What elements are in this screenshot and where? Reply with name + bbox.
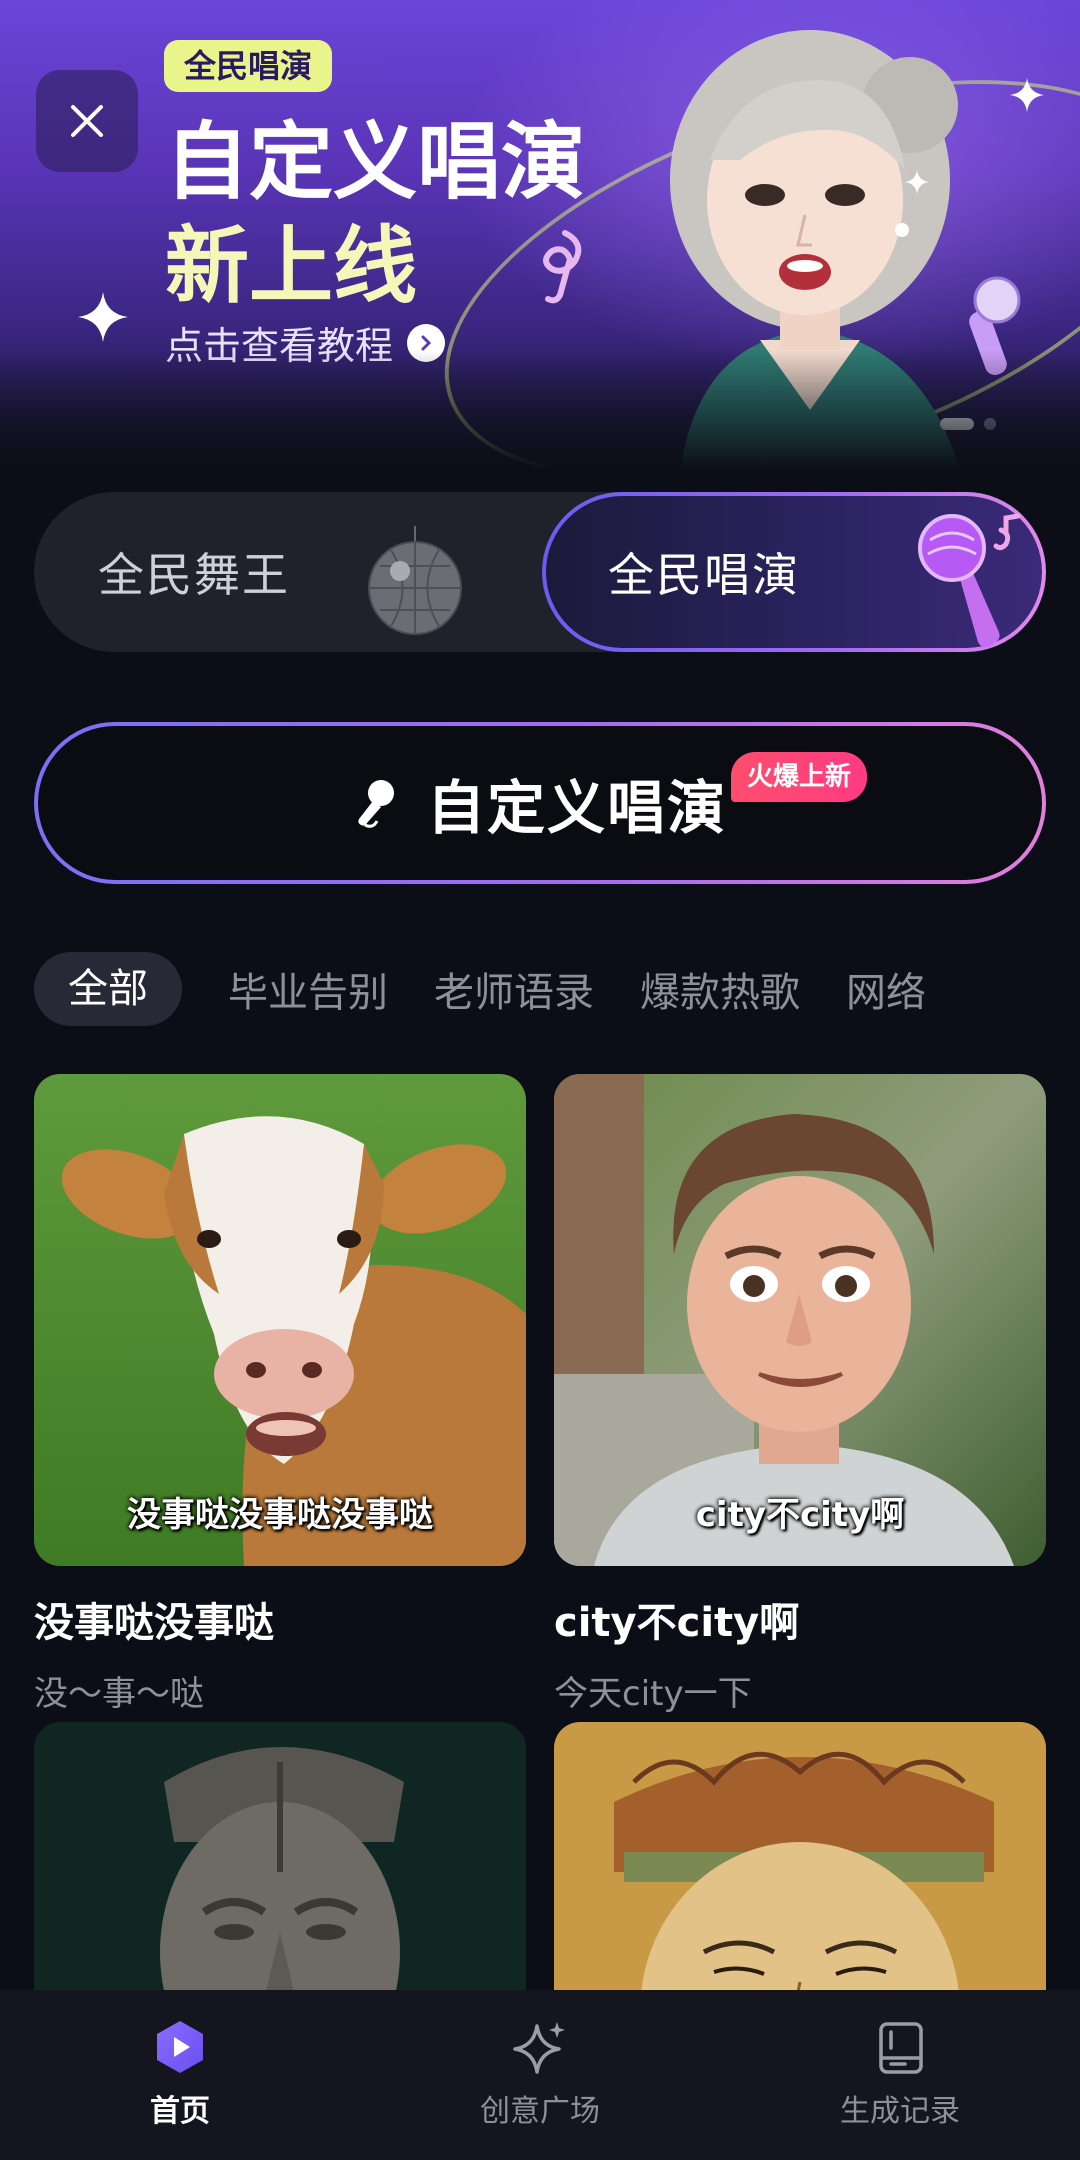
card-title: city不city啊 xyxy=(554,1600,800,1646)
mode-option-dance[interactable]: 全民舞王 xyxy=(34,492,534,652)
microphone-icon xyxy=(358,780,394,828)
banner-tag: 全民唱演 xyxy=(164,40,333,92)
tabs-fade xyxy=(950,952,1080,1026)
nav-generation-records-label: 生成记录 xyxy=(840,2094,960,2129)
mode-switch: 全民舞王 全民唱演 xyxy=(34,492,1046,652)
sparkle-icon xyxy=(1010,78,1044,112)
banner-title-line2: 新上线 xyxy=(165,217,418,315)
nav-home[interactable]: 首页 xyxy=(0,1990,360,2160)
banner-title-line1: 自定义唱演 xyxy=(165,113,586,211)
mode-option-sing-label: 全民唱演 xyxy=(608,548,800,602)
promo-banner[interactable]: 全民唱演 自定义唱演 新上线 点击查看教程 xyxy=(0,0,1080,470)
nav-generation-records[interactable]: 生成记录 xyxy=(720,1990,1080,2160)
play-hexagon-icon xyxy=(157,2021,203,2073)
nav-home-label: 首页 xyxy=(150,2094,210,2129)
sparkle-icon xyxy=(905,170,929,194)
tab-internet[interactable]: 网络 xyxy=(846,960,926,1018)
banner-fade xyxy=(0,350,1080,470)
tab-all[interactable]: 全部 xyxy=(34,952,182,1026)
custom-sing-button-inner: 自定义唱演 火爆上新 xyxy=(38,726,1042,880)
card-caption: 没事哒没事哒没事哒 xyxy=(127,1495,433,1535)
category-tabs: 全部 毕业告别 老师语录 爆款热歌 网络 xyxy=(34,952,1080,1026)
banner-title: 自定义唱演 新上线 xyxy=(165,110,585,318)
hot-new-badge: 火爆上新 xyxy=(731,752,868,802)
template-card[interactable]: 没事哒没事哒没事哒 没事哒没事哒 没～事～哒 xyxy=(34,1074,526,1715)
microphone-icon xyxy=(918,513,1021,648)
bottom-navigation: 首页 创意广场 生成记录 xyxy=(0,1990,1080,2160)
custom-sing-button-label: 自定义唱演 xyxy=(426,774,727,842)
mode-option-sing[interactable]: 全民唱演 xyxy=(542,492,1046,652)
nav-creative-plaza[interactable]: 创意广场 xyxy=(360,1990,720,2160)
custom-sing-button[interactable]: 自定义唱演 火爆上新 xyxy=(34,722,1046,884)
app-page: 全民唱演 自定义唱演 新上线 点击查看教程 全民舞王 全民唱演 自定义唱演 火爆… xyxy=(0,0,1080,2160)
sparkle-icon xyxy=(78,292,128,342)
close-icon xyxy=(71,105,103,137)
card-title: 没事哒没事哒 xyxy=(34,1600,274,1646)
card-subtitle: 今天city一下 xyxy=(554,1674,752,1714)
sparkle-icon xyxy=(513,2022,565,2074)
tab-teacher-quotes[interactable]: 老师语录 xyxy=(434,960,594,1018)
card-thumbnail: city不city啊 xyxy=(554,1074,1046,1566)
template-card[interactable]: city不city啊 city不city啊 今天city一下 xyxy=(554,1074,1046,1715)
mode-option-sing-inner: 全民唱演 xyxy=(546,496,1042,648)
mode-option-dance-label: 全民舞王 xyxy=(98,548,290,602)
card-caption: city不city啊 xyxy=(695,1495,905,1535)
nav-creative-plaza-label: 创意广场 xyxy=(480,2094,600,2129)
card-subtitle: 没～事～哒 xyxy=(34,1674,204,1714)
disco-ball-icon xyxy=(368,526,462,635)
record-card-icon xyxy=(879,2022,923,2074)
tab-graduation[interactable]: 毕业告别 xyxy=(228,960,388,1018)
card-thumbnail: 没事哒没事哒没事哒 xyxy=(34,1074,526,1566)
tab-hit-songs[interactable]: 爆款热歌 xyxy=(640,960,800,1018)
close-button[interactable] xyxy=(36,70,138,172)
